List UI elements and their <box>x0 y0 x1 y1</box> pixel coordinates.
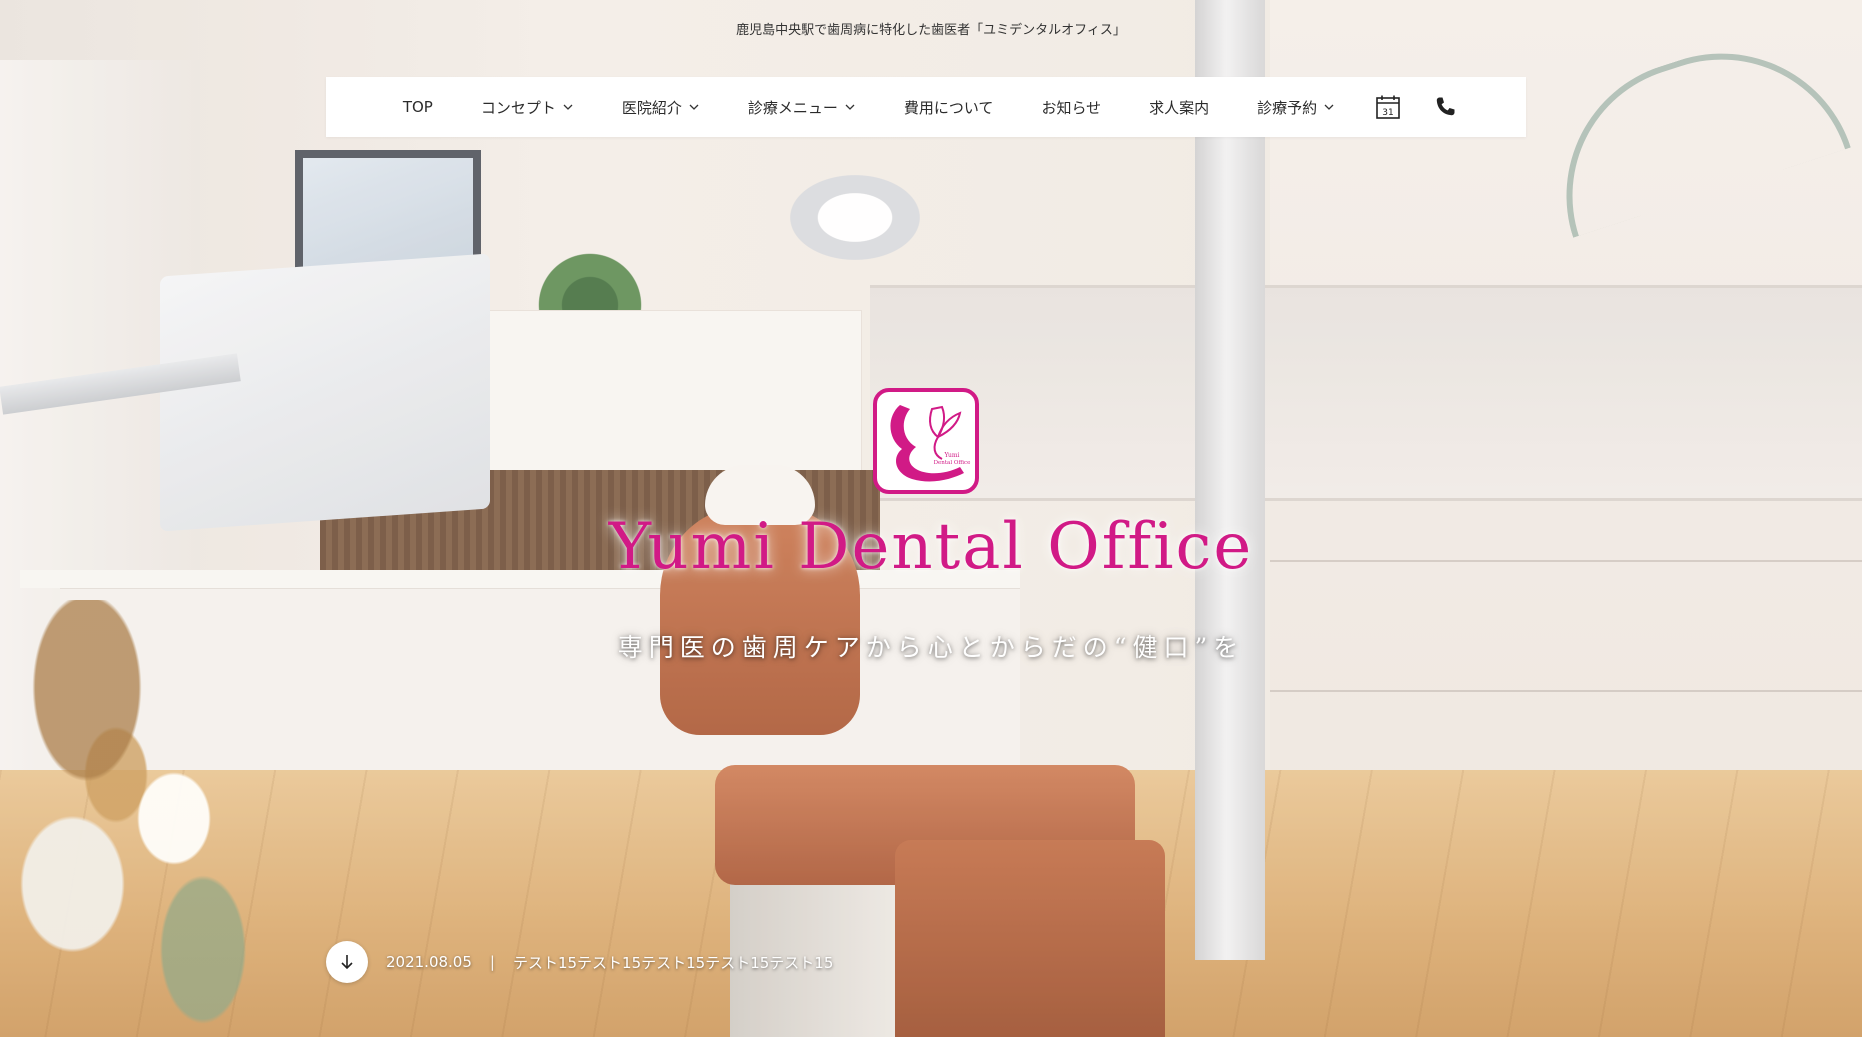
logo-text-line1: Yumi <box>944 452 960 459</box>
nav-item-reservation[interactable]: 診療予約 <box>1233 77 1359 137</box>
chevron-down-icon <box>689 104 699 110</box>
calendar-button[interactable]: 31 <box>1359 77 1417 137</box>
news-date: 2021.08.05 <box>386 953 472 971</box>
chevron-down-icon <box>845 104 855 110</box>
nav-item-cost[interactable]: 費用について <box>880 77 1018 137</box>
news-separator: | <box>489 953 495 971</box>
nav-item-top[interactable]: TOP <box>379 77 457 137</box>
nav-item-concept[interactable]: コンセプト <box>457 77 598 137</box>
logo-text-line2: Dental Office <box>934 460 971 466</box>
calendar-icon: 31 <box>1376 95 1400 119</box>
calendar-day: 31 <box>1382 108 1393 118</box>
nav-item-label: TOP <box>402 98 433 116</box>
site-tagline: 鹿児島中央駅で歯周病に特化した歯医者「ユミデンタルオフィス」 <box>736 23 1126 38</box>
brand-name: Yumi Dental Office <box>608 510 1254 584</box>
nav-item-label: 費用について <box>903 98 994 117</box>
global-nav: TOP コンセプト 医院紹介 診療メニュー 費用について お知らせ 求人案内 診… <box>326 77 1526 137</box>
nav-item-menu[interactable]: 診療メニュー <box>724 77 880 137</box>
chevron-down-icon <box>1324 104 1334 110</box>
nav-item-label: 診療予約 <box>1257 98 1318 117</box>
clinic-logo: Yumi Dental Office <box>873 388 979 494</box>
phone-button[interactable] <box>1417 77 1473 137</box>
scroll-down-button[interactable] <box>326 941 368 983</box>
chevron-down-icon <box>563 104 573 110</box>
nav-item-label: 診療メニュー <box>747 98 838 117</box>
news-ticker: 2021.08.05 | テスト15テスト15テスト15テスト15テスト15 <box>326 940 833 984</box>
nav-item-recruit[interactable]: 求人案内 <box>1125 77 1233 137</box>
phone-icon <box>1436 97 1455 116</box>
news-title-link[interactable]: テスト15テスト15テスト15テスト15テスト15 <box>513 952 833 973</box>
nav-item-label: 医院紹介 <box>621 98 682 117</box>
arrow-down-icon <box>341 955 353 970</box>
nav-item-label: コンセプト <box>480 98 556 117</box>
nav-item-clinic[interactable]: 医院紹介 <box>598 77 724 137</box>
brand-subtitle: 専門医の歯周ケアから心とからだの“健口”を <box>617 633 1245 662</box>
nav-item-news[interactable]: お知らせ <box>1017 77 1125 137</box>
nav-item-label: 求人案内 <box>1149 98 1210 117</box>
hero-section: 鹿児島中央駅で歯周病に特化した歯医者「ユミデンタルオフィス」 TOP コンセプト… <box>0 0 1862 1037</box>
nav-item-label: お知らせ <box>1041 98 1102 117</box>
